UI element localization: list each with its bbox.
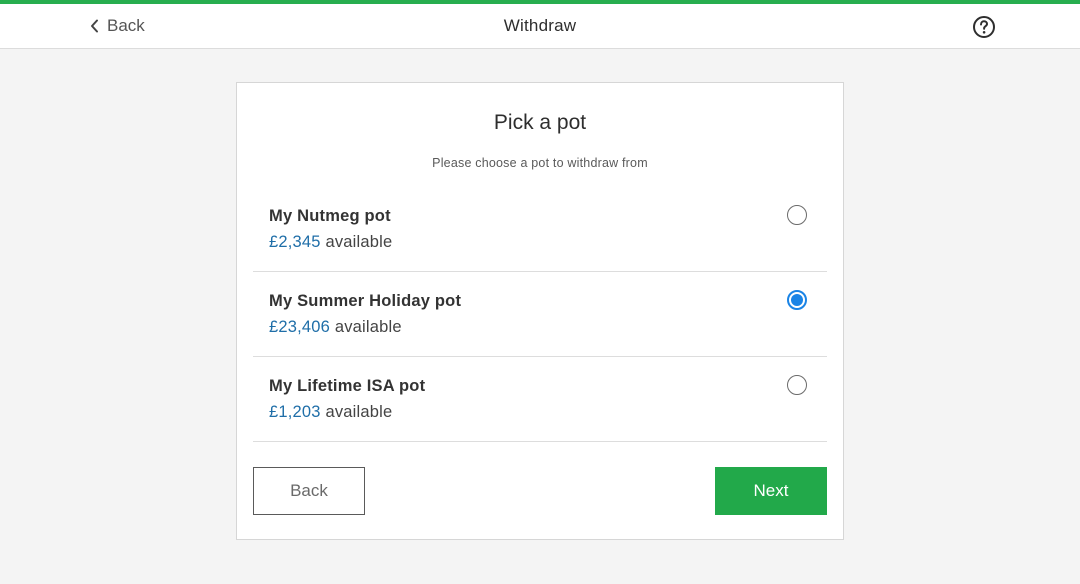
card-subtitle: Please choose a pot to withdraw from <box>432 156 648 170</box>
pot-option-nutmeg[interactable]: My Nutmeg pot £2,345 available <box>253 187 827 272</box>
pot-option-lifetime-isa[interactable]: My Lifetime ISA pot £1,203 available <box>253 357 827 442</box>
pot-radio-nutmeg[interactable] <box>787 205 807 225</box>
pot-name: My Summer Holiday pot <box>269 292 462 310</box>
pot-available: £1,203 available <box>269 403 392 422</box>
pick-pot-card: Pick a pot Please choose a pot to withdr… <box>236 82 844 540</box>
help-button[interactable] <box>972 15 996 39</box>
question-circle-icon <box>972 16 996 43</box>
pot-amount: £2,345 <box>269 233 321 251</box>
pot-radio-lifetime-isa[interactable] <box>787 375 807 395</box>
back-button[interactable]: Back <box>253 467 365 515</box>
pot-available: £23,406 available <box>269 318 402 337</box>
pot-name: My Lifetime ISA pot <box>269 377 426 395</box>
next-button[interactable]: Next <box>715 467 827 515</box>
pot-option-summer-holiday[interactable]: My Summer Holiday pot £23,406 available <box>253 272 827 357</box>
pot-available-suffix: available <box>334 318 402 336</box>
top-bar: Back Withdraw <box>0 0 1080 49</box>
pot-available-suffix: available <box>325 403 393 421</box>
card-title: Pick a pot <box>493 111 587 134</box>
pot-name: My Nutmeg pot <box>269 207 391 225</box>
pot-amount: £23,406 <box>269 318 331 336</box>
pot-available: £2,345 available <box>269 233 392 252</box>
pot-list: My Nutmeg pot £2,345 available My Summer… <box>253 187 827 442</box>
page-title: Withdraw <box>503 16 577 35</box>
pot-amount: £1,203 <box>269 403 321 421</box>
pot-radio-summer-holiday[interactable] <box>787 290 807 310</box>
pot-available-suffix: available <box>325 233 393 251</box>
